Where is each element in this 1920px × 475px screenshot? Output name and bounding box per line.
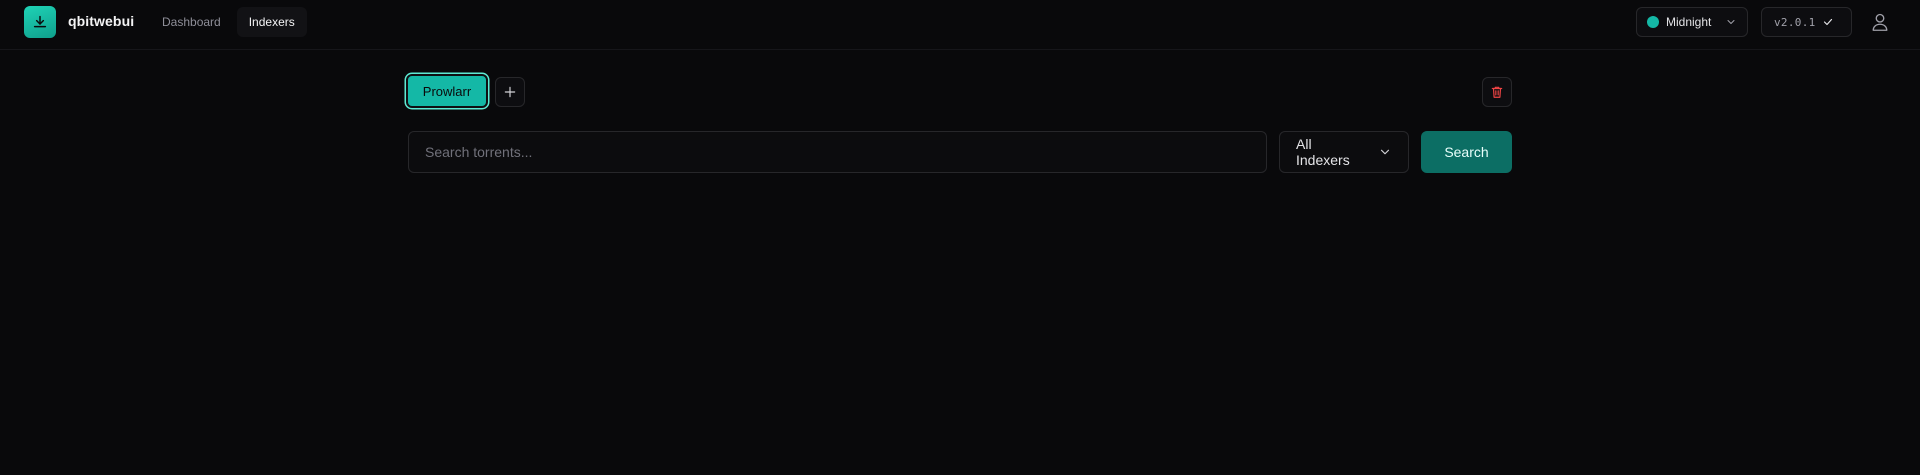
main-nav: Dashboard Indexers	[150, 7, 307, 37]
delete-indexer-button[interactable]	[1482, 77, 1512, 107]
nav-dashboard[interactable]: Dashboard	[150, 7, 233, 37]
version-label: v2.0.1	[1774, 15, 1816, 29]
trash-icon	[1491, 86, 1503, 98]
indexer-select-label: All Indexers	[1296, 136, 1350, 168]
app-logo[interactable]	[24, 6, 56, 38]
chevron-down-icon	[1725, 16, 1737, 28]
user-icon	[1872, 13, 1888, 31]
theme-picker[interactable]: Midnight	[1636, 7, 1748, 37]
user-menu-button[interactable]	[1868, 9, 1892, 35]
top-bar: qbitwebui Dashboard Indexers Midnight v2…	[0, 0, 1920, 50]
download-icon	[33, 15, 47, 28]
chevron-down-icon	[1378, 145, 1392, 159]
nav-indexers[interactable]: Indexers	[236, 7, 307, 37]
theme-label: Midnight	[1666, 15, 1712, 29]
search-button[interactable]: Search	[1421, 131, 1512, 173]
plus-icon	[504, 86, 516, 98]
version-indicator[interactable]: v2.0.1	[1761, 7, 1852, 37]
add-indexer-button[interactable]	[495, 77, 525, 107]
indexer-tab-prowlarr[interactable]: Prowlarr	[406, 74, 488, 108]
theme-color-dot	[1647, 16, 1659, 28]
check-icon	[1822, 16, 1834, 28]
search-input[interactable]	[408, 131, 1267, 173]
indexer-select[interactable]: All Indexers	[1279, 131, 1409, 173]
brand-name: qbitwebui	[68, 13, 135, 29]
